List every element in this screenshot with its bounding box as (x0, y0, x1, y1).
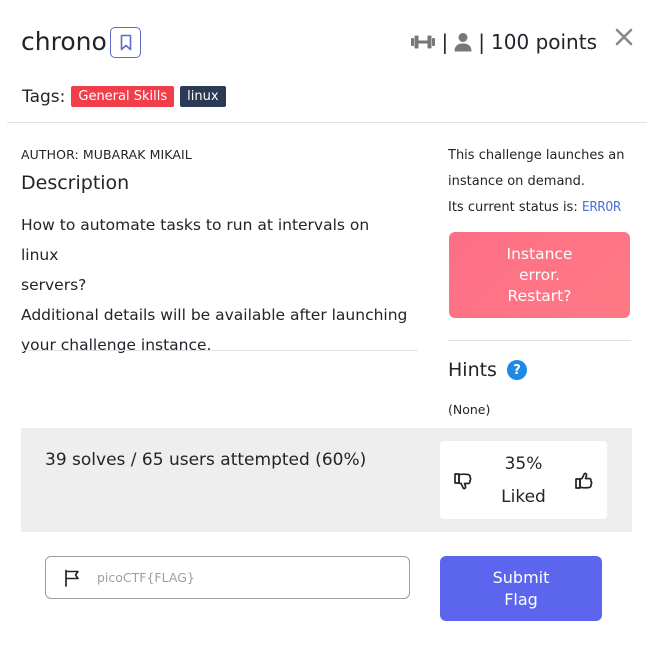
author-label: AUTHOR: MUBARAK MIKAIL (21, 147, 192, 162)
thumbs-up-icon[interactable] (574, 471, 594, 491)
tag-linux[interactable]: linux (180, 86, 226, 107)
submit-label-line: Flag (504, 589, 538, 609)
flag-icon (65, 569, 79, 587)
meta-separator: | (478, 30, 486, 54)
restart-label-line: Instance (506, 244, 573, 263)
description-divider (21, 350, 418, 351)
challenge-title: chrono (21, 27, 107, 56)
description-line: Additional details will be available aft… (21, 306, 408, 324)
flag-input[interactable] (95, 569, 389, 586)
instance-info-line: This challenge launches an (448, 148, 625, 163)
bookmark-button[interactable] (110, 27, 141, 58)
instance-info-line: instance on demand. (448, 174, 586, 189)
restart-label-line: Restart? (507, 286, 572, 305)
close-button[interactable] (613, 28, 635, 50)
description-text: How to automate tasks to run at interval… (21, 210, 411, 360)
meta-separator: | (441, 30, 449, 54)
stats-panel: 39 solves / 65 users attempted (60%) 35%… (21, 428, 632, 532)
description-line: servers? (21, 276, 87, 294)
hints-header: Hints ? (448, 359, 527, 381)
close-icon (615, 28, 633, 46)
tags-label: Tags: (22, 86, 66, 107)
points-label: 100 points (491, 30, 597, 54)
instance-info: This challenge launches an instance on d… (448, 143, 638, 221)
flag-input-field[interactable] (45, 556, 410, 599)
submit-label-line: Submit (492, 567, 550, 587)
solves-text: 39 solves / 65 users attempted (60%) (45, 450, 367, 470)
hints-title: Hints (448, 359, 497, 381)
hints-divider (448, 340, 631, 341)
restart-label-line: error. (518, 265, 561, 284)
challenge-meta: | | 100 points (410, 30, 597, 54)
tags-row: Tags: General Skills linux (22, 86, 226, 107)
description-line: your challenge instance. (21, 336, 212, 354)
description-line: How to automate tasks to run at interval… (21, 216, 370, 264)
dumbbell-icon (410, 35, 435, 49)
instance-status: ERROR (581, 200, 621, 215)
instance-status-prefix: Its current status is: (448, 200, 578, 215)
tag-general-skills[interactable]: General Skills (71, 86, 175, 107)
question-circle-icon[interactable]: ? (506, 360, 527, 380)
header-divider (7, 122, 647, 123)
instance-status-line: Its current status is: ERROR (448, 195, 638, 221)
bookmark-icon (120, 34, 131, 51)
description-title: Description (21, 172, 130, 194)
submit-flag-button[interactable]: Submit Flag (440, 556, 602, 621)
challenge-header: chrono | | 100 points Tags: General Skil… (0, 0, 653, 123)
hints-value: (None) (448, 402, 491, 417)
like-card: 35% Liked (440, 441, 607, 519)
user-icon (454, 33, 472, 52)
restart-instance-button[interactable]: Instance error. Restart? (449, 232, 630, 318)
